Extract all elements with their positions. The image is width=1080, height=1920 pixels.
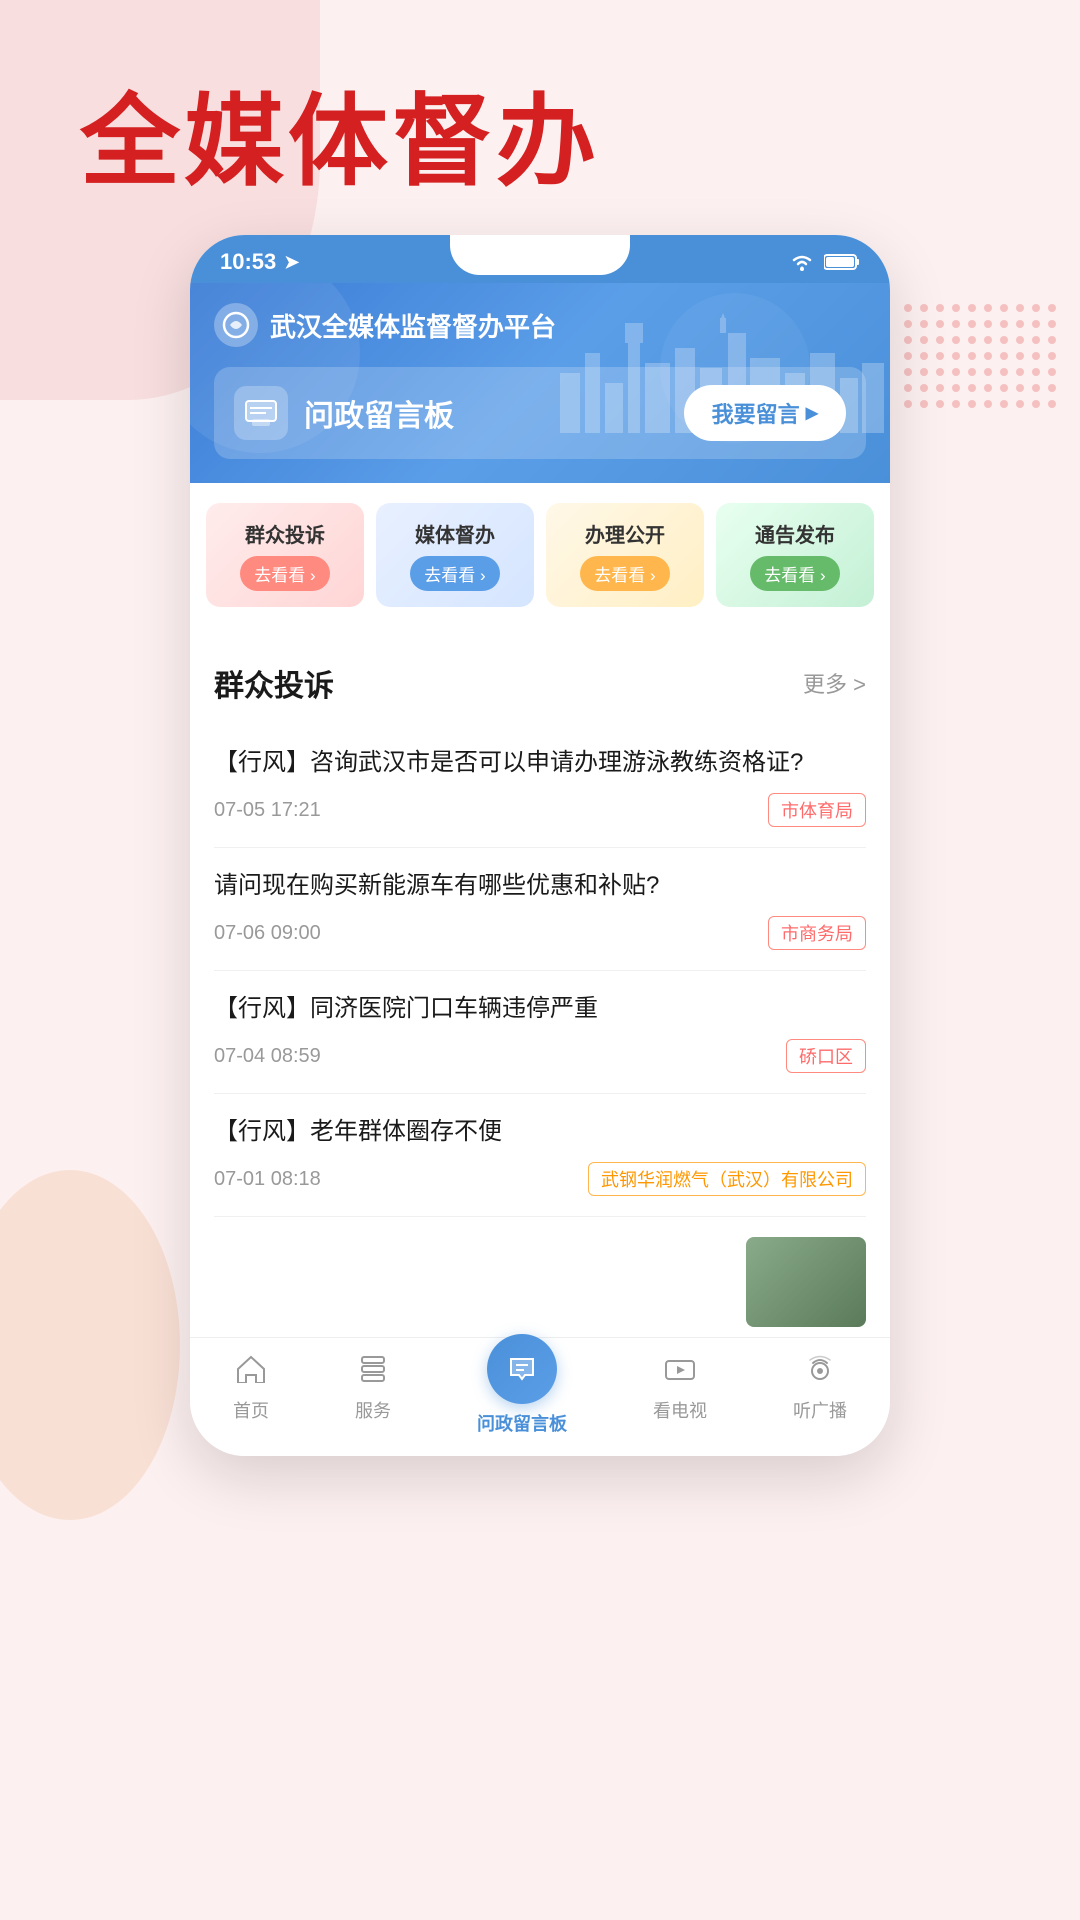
- section-title: 群众投诉: [214, 661, 334, 705]
- category-btn-public[interactable]: 去看看 ›: [580, 556, 669, 591]
- radio-icon: [805, 1354, 835, 1391]
- category-item-notice[interactable]: 通告发布 去看看 ›: [716, 503, 874, 607]
- message-board-title: 问政留言板: [304, 391, 454, 435]
- message-board-button[interactable]: 我要留言 ▶: [684, 385, 846, 441]
- news-meta-1: 07-05 17:21 市体育局: [214, 793, 866, 827]
- header-brand: 武汉全媒体监督督办平台: [214, 303, 866, 347]
- nav-label-home: 首页: [233, 1397, 269, 1423]
- news-item-1[interactable]: 【行风】咨询武汉市是否可以申请办理游泳教练资格证? 07-05 17:21 市体…: [214, 725, 866, 848]
- news-item-3[interactable]: 【行风】同济医院门口车辆违停严重 07-04 08:59 硚口区: [214, 971, 866, 1094]
- hero-section: 全媒体督办: [0, 0, 1080, 235]
- home-icon: [236, 1354, 266, 1391]
- nav-label-center: 问政留言板: [477, 1410, 567, 1436]
- section-header: 群众投诉 更多 >: [214, 661, 866, 705]
- message-banner[interactable]: 问政留言板 我要留言 ▶: [214, 367, 866, 459]
- news-tag-2: 市商务局: [768, 916, 866, 950]
- news-item-5-content: [214, 1237, 730, 1327]
- news-item-2[interactable]: 请问现在购买新能源车有哪些优惠和补贴? 07-06 09:00 市商务局: [214, 848, 866, 971]
- category-btn-complaints[interactable]: 去看看 ›: [240, 556, 329, 591]
- news-meta-2: 07-06 09:00 市商务局: [214, 916, 866, 950]
- battery-icon: [824, 253, 860, 271]
- nav-label-tv: 看电视: [653, 1397, 707, 1423]
- complaints-section: 群众投诉 更多 > 【行风】咨询武汉市是否可以申请办理游泳教练资格证? 07-0…: [190, 637, 890, 1337]
- news-time-4: 07-01 08:18: [214, 1168, 321, 1191]
- category-name-notice: 通告发布: [728, 519, 862, 548]
- news-meta-4: 07-01 08:18 武钢华润燃气（武汉）有限公司: [214, 1162, 866, 1196]
- news-meta-3: 07-04 08:59 硚口区: [214, 1039, 866, 1073]
- category-btn-notice[interactable]: 去看看 ›: [750, 556, 839, 591]
- message-btn-arrow-icon: ▶: [806, 403, 818, 423]
- news-tag-3: 硚口区: [786, 1039, 866, 1073]
- news-time-2: 07-06 09:00: [214, 922, 321, 945]
- message-board-icon: [234, 386, 288, 440]
- phone-notch: [450, 235, 630, 275]
- category-item-media[interactable]: 媒体督办 去看看 ›: [376, 503, 534, 607]
- status-icons: [788, 252, 860, 272]
- category-name-media: 媒体督办: [388, 519, 522, 548]
- bottom-nav: 首页 服务: [190, 1337, 890, 1456]
- brand-logo-icon: [214, 303, 258, 347]
- nav-item-home[interactable]: 首页: [233, 1354, 269, 1436]
- news-thumb-img-5: [746, 1237, 866, 1327]
- news-item-4[interactable]: 【行风】老年群体圈存不便 07-01 08:18 武钢华润燃气（武汉）有限公司: [214, 1094, 866, 1217]
- category-name-complaints: 群众投诉: [218, 519, 352, 548]
- message-banner-left: 问政留言板: [234, 386, 454, 440]
- phone-mockup: 10:53 ➤: [190, 235, 890, 1456]
- navigation-icon: ➤: [284, 252, 299, 273]
- section-more-link[interactable]: 更多 >: [803, 667, 866, 699]
- news-thumb-5: [746, 1237, 866, 1327]
- nav-item-services[interactable]: 服务: [355, 1354, 391, 1436]
- tv-icon: [664, 1354, 696, 1391]
- news-title-2: 请问现在购买新能源车有哪些优惠和补贴?: [214, 868, 866, 904]
- news-time-1: 07-05 17:21: [214, 799, 321, 822]
- wifi-icon: [788, 252, 816, 272]
- status-time: 10:53: [220, 249, 276, 275]
- category-btn-media[interactable]: 去看看 ›: [410, 556, 499, 591]
- nav-label-services: 服务: [355, 1397, 391, 1423]
- news-tag-4: 武钢华润燃气（武汉）有限公司: [588, 1162, 866, 1196]
- category-item-complaints[interactable]: 群众投诉 去看看 ›: [206, 503, 364, 607]
- nav-item-tv[interactable]: 看电视: [653, 1354, 707, 1436]
- news-title-1: 【行风】咨询武汉市是否可以申请办理游泳教练资格证?: [214, 745, 866, 781]
- news-title-4: 【行风】老年群体圈存不便: [214, 1114, 866, 1150]
- nav-item-radio[interactable]: 听广播: [793, 1354, 847, 1436]
- nav-label-radio: 听广播: [793, 1397, 847, 1423]
- phone-header: 武汉全媒体监督督办平台 问政留言板 我要留言: [190, 283, 890, 483]
- center-nav-icon: [487, 1334, 557, 1404]
- category-grid: 群众投诉 去看看 › 媒体督办 去看看 › 办理公开 去看看 › 通告发布 去看…: [190, 483, 890, 627]
- category-item-public[interactable]: 办理公开 去看看 ›: [546, 503, 704, 607]
- news-title-3: 【行风】同济医院门口车辆违停严重: [214, 991, 866, 1027]
- services-icon: [360, 1354, 386, 1391]
- news-time-3: 07-04 08:59: [214, 1045, 321, 1068]
- category-name-public: 办理公开: [558, 519, 692, 548]
- hero-title: 全媒体督办: [80, 60, 1080, 205]
- news-item-5-partial[interactable]: [214, 1217, 866, 1337]
- news-tag-1: 市体育局: [768, 793, 866, 827]
- phone-wrapper: 10:53 ➤: [0, 235, 1080, 1456]
- nav-item-center[interactable]: 问政留言板: [477, 1354, 567, 1436]
- message-btn-label: 我要留言: [712, 397, 800, 429]
- brand-name-text: 武汉全媒体监督督办平台: [270, 307, 556, 344]
